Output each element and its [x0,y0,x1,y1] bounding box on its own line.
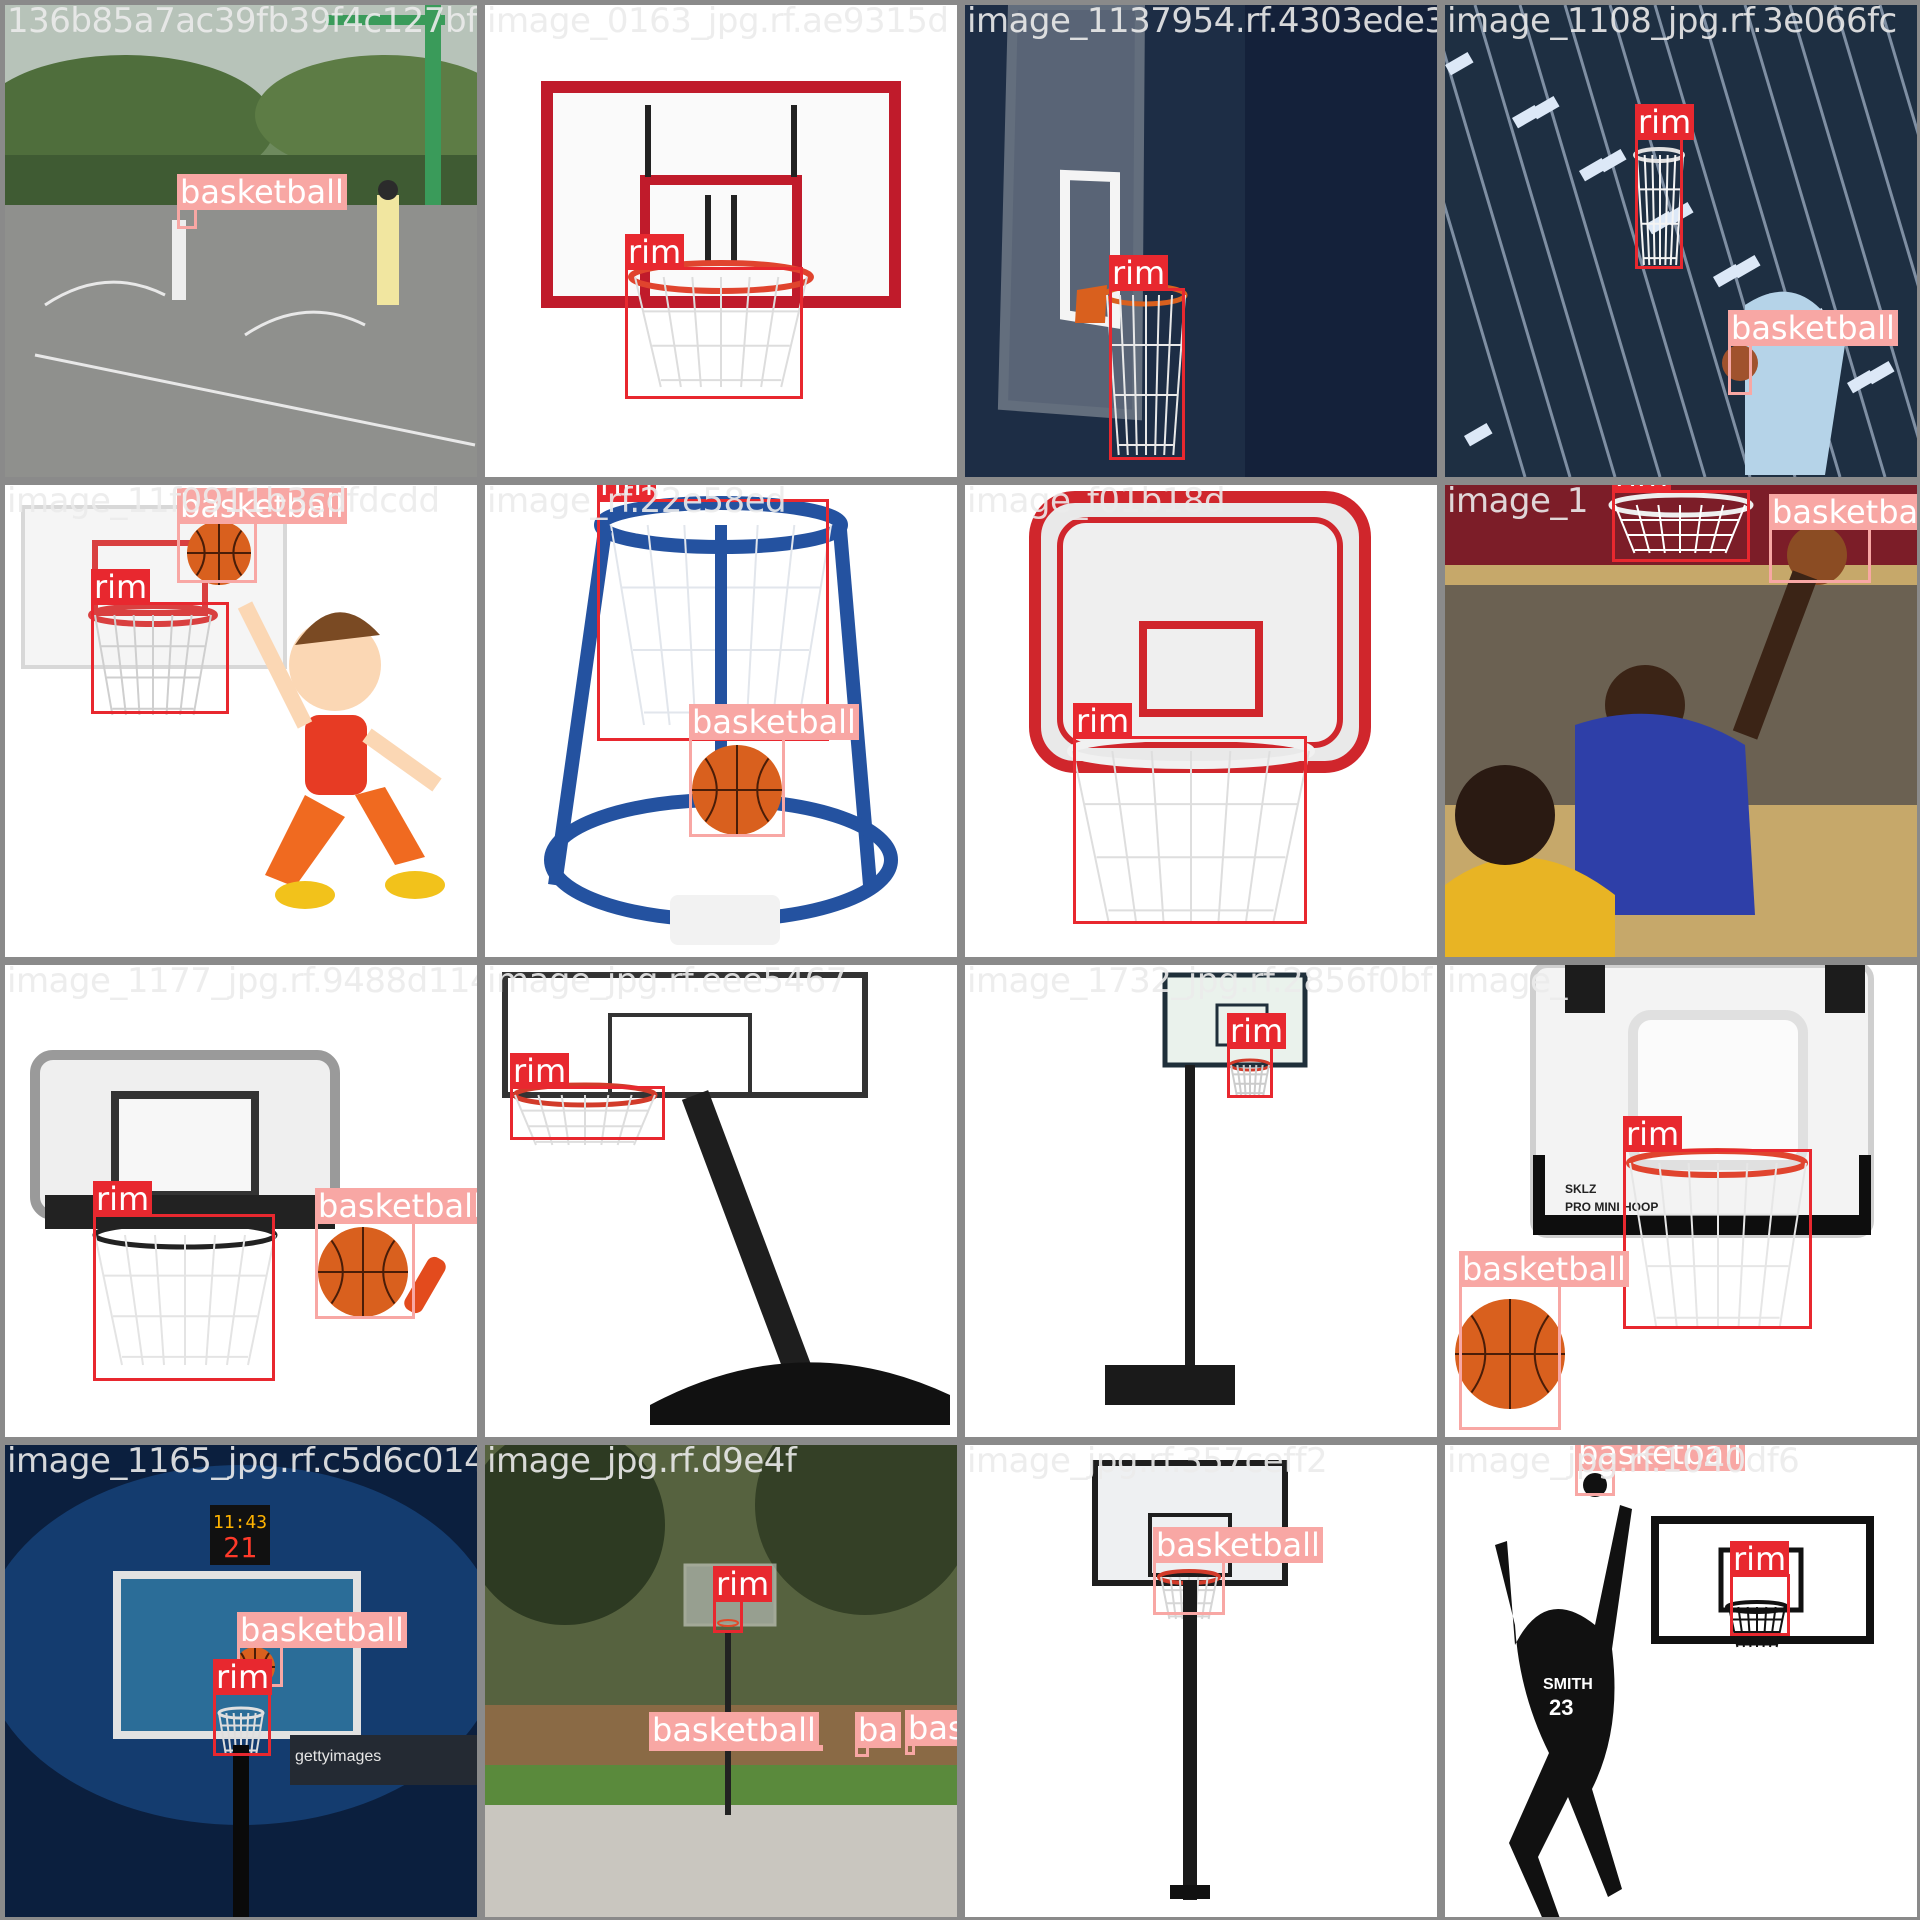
rim-detection-box: rim [1635,104,1695,269]
rim-detection-box: rim [213,1659,273,1756]
detection-label: basketball [1769,494,1917,530]
image-tile: image_0163_jpg.rf.ae9315d rim [485,5,957,477]
basketball-detection-box: basketball [1769,494,1917,583]
image-tile: image_1137954.rf.4303ede3 rim [965,5,1437,477]
rim-detection-box: rim [1109,255,1185,460]
rim-detection-box: rim [1623,1116,1812,1329]
detection-label: basketball [689,704,859,740]
detection-label: basketball [177,488,347,524]
basketball-detection-box: basketball [1459,1251,1629,1430]
basketball-detection-box: basketball [177,174,347,229]
detection-label: rim [625,234,685,270]
image-tile: SKLZ PRO MINI HOOP image_ rim basketball [1445,965,1917,1437]
basketball-detection-box: basketball [1728,310,1898,395]
rim-detection-box: rim [713,1566,773,1633]
basketball-detection-box: basketball [1575,1445,1745,1496]
detection-label: rim [597,485,657,502]
sklz-brand: SKLZ [1565,1182,1596,1196]
image-tile: image_jpg.rf.eee5467 rim [485,965,957,1437]
detection-label: basketball [905,1710,957,1746]
basketball-detection-box: basketball [177,488,347,583]
detection-label: rim [1635,104,1695,140]
detection-label: rim [213,1659,273,1695]
rim-detection-box: rim [1612,485,1750,562]
image-tile: image_jpg.rf.357ceff2 basketball [965,1445,1437,1917]
basketball-detection-box: basketball [315,1188,477,1319]
basketball-detection-box: basketball [905,1710,957,1755]
rim-detection-box: rim [510,1053,665,1140]
rim-detection-box: rim [91,569,229,714]
tile-photo [965,965,1437,1437]
rim-detection-box: rim [1073,703,1307,924]
detection-label: rim [510,1053,570,1089]
basketball-detection-box: basketball [649,1712,823,1751]
mosaic-grid: 136b85a7ac39fb39f4c127bf00c23e02_jpg.rfb… [0,0,1920,1920]
image-tile: image_jpg.rf.d9e4frimbasketballbabasketb… [485,1445,957,1917]
detection-label: rim [93,1181,153,1217]
rim-detection-box: rim [93,1181,275,1381]
detection-label: rim [1109,255,1169,291]
image-tile: image_1177_jpg.rf.9488d114 rim basketball [5,965,477,1437]
image-tile: image_1732_jpg.rf.2856f0bf rim [965,965,1437,1437]
image-tile: image_rf.22e58edrimbasketball [485,485,957,957]
silhouette-name: SMITH [1543,1676,1593,1693]
detection-label: basketball [177,174,347,210]
detection-label: rim [1623,1116,1683,1152]
tile-photo [5,5,477,477]
detection-label: rim [1612,485,1672,493]
detection-label: rim [1073,703,1133,739]
getty-watermark: gettyimages [295,1748,381,1765]
tile-photo [485,965,957,1437]
silhouette-number: 23 [1549,1695,1573,1720]
image-tile: image_1rimbasketball [1445,485,1917,957]
detection-label: basketball [1459,1251,1629,1287]
scoreboard-score: 21 [223,1531,257,1564]
image-tile: image_11f0911b3cdfdcdd basketball rim [5,485,477,957]
detection-label: rim [713,1566,773,1602]
detection-label: ba [855,1712,901,1748]
tile-photo [965,5,1437,477]
detection-label: rim [1730,1541,1790,1577]
rim-detection-box: rim [1227,1013,1287,1098]
detection-label: basketball [315,1188,477,1224]
scoreboard-time: 11:43 [213,1512,267,1533]
image-tile: image_f01b18d rim [965,485,1437,957]
tile-photo: SMITH 23 [1445,1445,1917,1917]
detection-label: rim [1227,1013,1287,1049]
basketball-detection-box: ba [855,1712,901,1757]
tile-photo [485,1445,957,1917]
rim-detection-box: rim [1730,1541,1790,1636]
image-tile: image_1108_jpg.rf.3e066fc rim basketball [1445,5,1917,477]
detection-label: basketball [1728,310,1898,346]
image-tile: 11:43 21 gettyimages image_1165_jpg.rf.c5… [5,1445,477,1917]
detection-label: basketball [1575,1445,1745,1471]
detection-label: rim [91,569,151,605]
detection-label: basketball [649,1712,819,1748]
rim-detection-box: rim [625,234,803,399]
basketball-detection-box: basketball [689,704,859,837]
tile-photo [965,1445,1437,1917]
basketball-detection-box: basketball [1153,1527,1323,1615]
detection-label: basketball [237,1612,407,1648]
tile-photo [485,5,957,477]
image-tile: SMITH 23 image_jpg.rf.1040df6 basketball ri… [1445,1445,1917,1917]
image-tile: 136b85a7ac39fb39f4c127bf00c23e02_jpg.rfb… [5,5,477,477]
detection-label: basketball [1153,1527,1323,1563]
